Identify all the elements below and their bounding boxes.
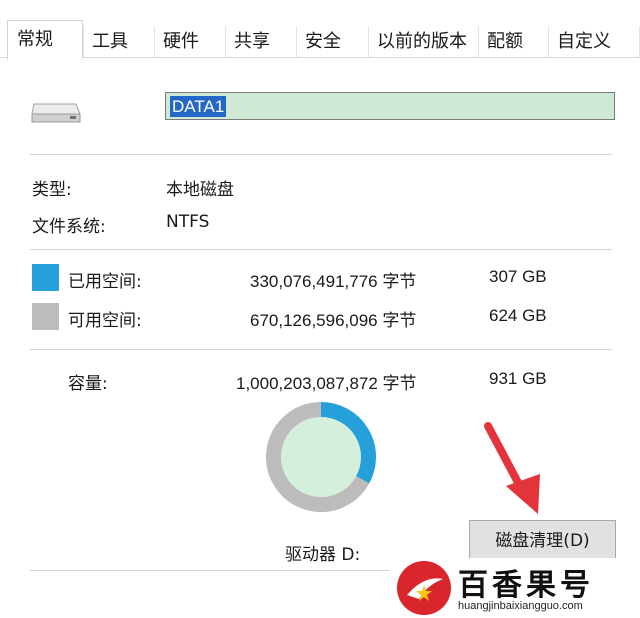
capacity-size: 931 GB	[489, 369, 547, 388]
drive-name-input[interactable]: DATA1	[165, 92, 615, 120]
used-space-bytes: 330,076,491,776 字节	[250, 272, 417, 291]
tab-hardware[interactable]: 硬件	[154, 26, 225, 58]
filesystem-value: NTFS	[166, 212, 210, 232]
used-space-label: 已用空间:	[68, 272, 142, 292]
divider-2	[30, 249, 612, 250]
donut-center	[281, 417, 361, 497]
tab-quota[interactable]: 配额	[478, 26, 548, 58]
watermark: 百香果号 huangjinbaixiangguo.com	[392, 558, 640, 618]
tab-customize[interactable]: 自定义	[548, 26, 640, 58]
drive-name-selection: DATA1	[170, 96, 227, 117]
tab-sharing[interactable]: 共享	[225, 26, 296, 58]
free-space-size: 624 GB	[489, 306, 547, 325]
tab-general[interactable]: 常规	[7, 20, 83, 60]
free-space-swatch	[32, 303, 59, 330]
tab-tools[interactable]: 工具	[83, 26, 154, 58]
capacity-label: 容量:	[68, 374, 108, 394]
type-label: 类型:	[32, 180, 72, 200]
divider-3	[30, 349, 612, 350]
type-value: 本地磁盘	[166, 180, 234, 200]
used-space-size: 307 GB	[489, 267, 547, 286]
tab-previous-versions[interactable]: 以前的版本	[368, 26, 478, 58]
tab-bar: 常规 工具 硬件 共享 安全 以前的版本 配额 自定义	[0, 0, 640, 60]
drive-letter-label: 驱动器 D:	[285, 545, 361, 565]
tab-security[interactable]: 安全	[296, 26, 368, 58]
usage-donut-chart	[266, 402, 376, 512]
free-space-label: 可用空间:	[68, 311, 142, 331]
drive-icon	[31, 103, 81, 123]
filesystem-label: 文件系统:	[32, 217, 106, 237]
capacity-bytes: 1,000,203,087,872 字节	[236, 374, 417, 393]
used-space-swatch	[32, 264, 59, 291]
watermark-brand: 百香果号	[458, 568, 594, 603]
watermark-url: huangjinbaixiangguo.com	[458, 600, 583, 612]
red-arrow-annotation	[484, 422, 540, 514]
divider-1	[30, 154, 612, 155]
disk-cleanup-button[interactable]: 磁盘清理(D)	[469, 520, 616, 562]
divider-4	[30, 570, 390, 571]
brand-logo-icon	[397, 561, 451, 615]
free-space-bytes: 670,126,596,096 字节	[250, 311, 417, 330]
